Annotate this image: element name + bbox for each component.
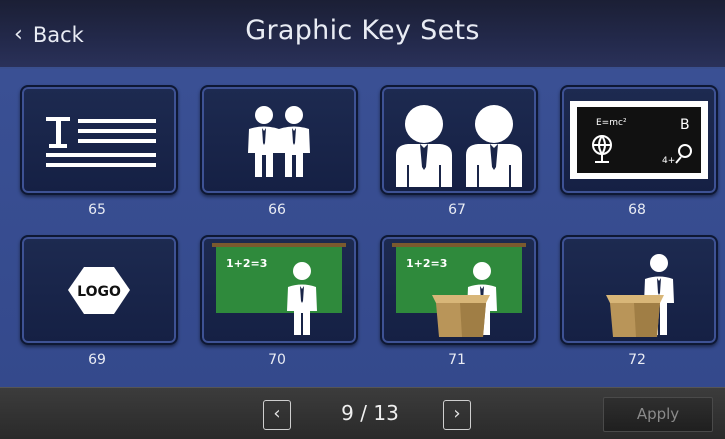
next-page-button[interactable]: › — [443, 400, 471, 430]
blackboard-formulas-icon: E=mc² B 4+ — [570, 101, 708, 179]
chevron-right-icon: › — [453, 403, 461, 424]
graphic-key-tile-70[interactable]: 1+2=3 — [200, 235, 358, 345]
header-bar: ‹ Back Graphic Key Sets — [0, 0, 725, 69]
tile-number-72: 72 — [628, 352, 646, 368]
tile-number-70: 70 — [268, 352, 286, 368]
two-small-people-icon — [248, 106, 310, 177]
podium-presenter-icon — [606, 254, 674, 337]
tile-number-67: 67 — [448, 202, 466, 218]
graphic-key-tile-71[interactable]: 1+2=3 — [380, 235, 538, 345]
green-board-podium-presenter-icon: 1+2=3 — [392, 243, 526, 337]
board-equation-text: 1+2=3 — [406, 257, 447, 270]
page-indicator: 9 / 13 — [341, 401, 399, 425]
graphic-key-tile-69[interactable]: LOGO — [20, 235, 178, 345]
board-letter-text: B — [680, 117, 690, 133]
chevron-left-icon: ‹ — [273, 403, 281, 424]
tile-number-71: 71 — [448, 352, 466, 368]
tile-number-65: 65 — [88, 202, 106, 218]
page-title: Graphic Key Sets — [245, 15, 480, 46]
tile-number-66: 66 — [268, 202, 286, 218]
podium-icon — [606, 295, 664, 337]
board-equation-text: 1+2=3 — [226, 257, 267, 270]
green-board-presenter-icon: 1+2=3 — [212, 243, 346, 335]
board-small-text: 4+ — [662, 156, 675, 166]
two-large-people-icon — [396, 105, 522, 187]
podium-icon — [432, 295, 490, 337]
apply-button[interactable]: Apply — [603, 397, 713, 432]
board-formula-text: E=mc² — [596, 118, 627, 128]
title-text-lines-icon — [46, 117, 156, 167]
graphic-key-tile-67[interactable] — [380, 85, 538, 195]
tile-number-68: 68 — [628, 202, 646, 218]
graphic-key-tile-72[interactable] — [560, 235, 718, 345]
graphic-key-tile-66[interactable] — [200, 85, 358, 195]
tile-number-69: 69 — [88, 352, 106, 368]
prev-page-button[interactable]: ‹ — [263, 400, 291, 430]
footer-bar: ‹ 9 / 13 › Apply — [0, 387, 725, 439]
graphic-key-grid: 65 66 67 E=mc² B 4+ 68 LOGO 69 1+2=3 70 … — [0, 69, 725, 387]
logo-text: LOGO — [77, 284, 121, 300]
logo-hexagon-icon: LOGO — [68, 267, 130, 314]
graphic-key-tile-65[interactable] — [20, 85, 178, 195]
graphic-key-tile-68[interactable]: E=mc² B 4+ — [560, 85, 718, 195]
